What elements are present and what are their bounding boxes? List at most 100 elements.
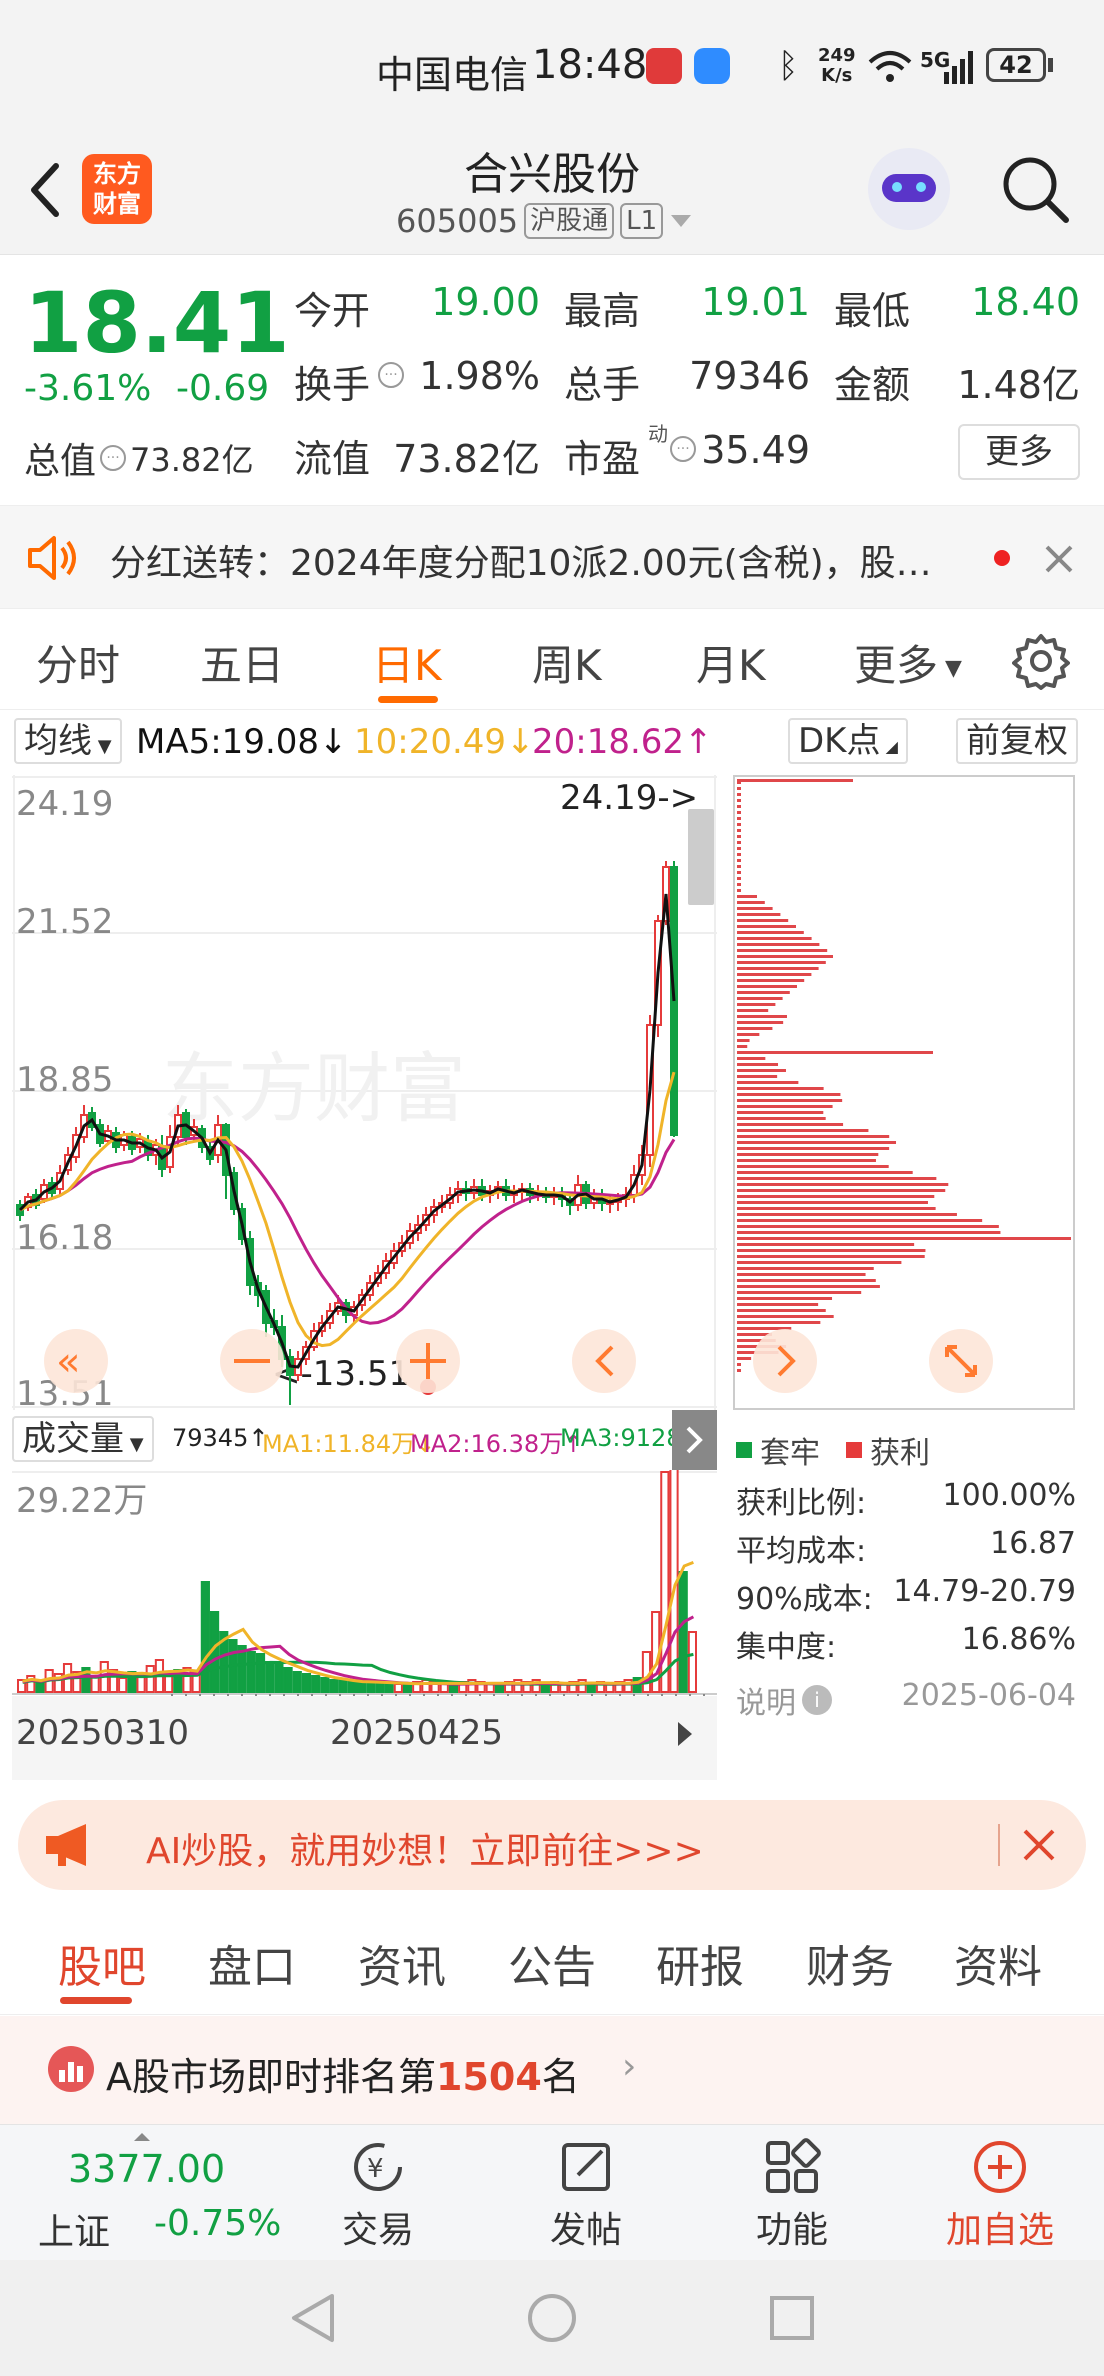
tab-weekly-k[interactable]: 周K: [532, 632, 602, 693]
y-label-3: 18.85: [16, 1060, 113, 1100]
volume-indicator-row: 成交量 ▼ 79345↑ MA1:11.84万↓ MA2:16.38万↑ MA3…: [12, 1410, 717, 1470]
clock: 18:48: [532, 42, 648, 88]
more-quote-button[interactable]: 更多: [958, 424, 1080, 480]
tab-announcements[interactable]: 公告: [508, 1931, 596, 1995]
amount-label: 金额: [834, 363, 911, 407]
last-price: 18.41: [24, 274, 290, 372]
dk-point-button[interactable]: DK点 ◢: [788, 718, 908, 764]
gear-icon[interactable]: [1012, 632, 1070, 690]
tab-research[interactable]: 研报: [656, 1931, 744, 1995]
kline-chart[interactable]: 东方财富 24.19 21.52 18.85 16.18 13.51 24.19…: [12, 775, 717, 1410]
net-speed: 249 K/s: [818, 45, 856, 86]
stat-profit-ratio: 获利比例: 100.00%: [736, 1478, 1076, 1521]
chip-stats: 套牢 获利 获利比例: 100.00% 平均成本: 16.87 90%成本: 14.7…: [730, 1410, 1080, 1740]
chart-shrink-button[interactable]: [220, 1329, 284, 1393]
tab-news[interactable]: 资讯: [358, 1931, 446, 1995]
stock-code-row[interactable]: 605005 沪股通 L1: [396, 202, 693, 240]
info-dots-icon[interactable]: ···: [378, 362, 404, 388]
date-start: 20250310: [16, 1713, 189, 1753]
pe-dynamic-mark: 动: [648, 422, 668, 446]
nav-home-icon[interactable]: [526, 2292, 578, 2344]
low-label: 最低: [834, 289, 911, 333]
notice-text: 分红送转：2024年度分配10派2.00元(含税)，股…: [110, 543, 932, 584]
index-value: 3377.00: [68, 2147, 226, 2191]
pe-label: 市盈: [564, 437, 641, 481]
float-value: 73.82亿: [393, 437, 540, 481]
tab-five-day[interactable]: 五日: [200, 632, 284, 693]
carrier-label: 中国电信: [376, 53, 529, 97]
info-dots-icon[interactable]: ···: [670, 436, 696, 462]
change-percent: -3.61%: [24, 368, 152, 409]
status-bar: 中国电信 18:48 ᛒ 249 K/s 5G 42: [0, 0, 1104, 130]
chip-fullscreen-button[interactable]: [929, 1329, 993, 1393]
date-mid: 20250425: [330, 1713, 503, 1753]
info-dots-icon: ···: [100, 445, 127, 471]
tab-profile[interactable]: 资料: [954, 1931, 1042, 1995]
app-notification-icon: [646, 48, 682, 84]
svg-text:¥: ¥: [367, 2154, 384, 2184]
chart-expand-button[interactable]: [396, 1329, 460, 1393]
dividend-notice[interactable]: 分红送转：2024年度分配10派2.00元(含税)，股…: [0, 505, 1104, 609]
tab-financials[interactable]: 财务: [806, 1931, 894, 1995]
nav-recents-icon[interactable]: [768, 2294, 816, 2342]
index-widget[interactable]: 3377.00 上证 -0.75%: [20, 2125, 282, 2261]
speaker-icon: [28, 536, 76, 580]
amount-value: 1.48亿: [957, 363, 1080, 407]
panel-expand-button[interactable]: [672, 1410, 717, 1470]
chart-prev-button[interactable]: [572, 1329, 636, 1393]
bluetooth-icon: ᛒ: [778, 46, 799, 86]
chart-zoom-out-button[interactable]: «: [44, 1329, 108, 1393]
tab-more-periods[interactable]: 更多 ▼: [854, 632, 962, 693]
tab-order-book[interactable]: 盘口: [208, 1931, 296, 1995]
tab-intraday[interactable]: 分时: [36, 632, 120, 693]
signal-icon: [944, 51, 973, 84]
tab-forum[interactable]: 股吧: [58, 1931, 146, 1995]
level-tag: L1: [620, 203, 664, 239]
volume-current: 79345↑: [172, 1424, 269, 1452]
volume-chart[interactable]: 29.22万 20250310 20250425: [12, 1470, 717, 1780]
stock-header: 东方 财富 合兴股份 605005 沪股通 L1: [0, 130, 1104, 255]
chip-note-row[interactable]: 说明 i 2025-06-04: [736, 1678, 1076, 1722]
volume-select[interactable]: 成交量 ▼: [12, 1416, 154, 1462]
add-watchlist-button[interactable]: 加自选: [930, 2137, 1070, 2253]
ai-banner-text: AI炒股，就用妙想！立即前往>>>: [146, 1831, 704, 1872]
chat-notification-icon: [694, 48, 730, 84]
tab-daily-k[interactable]: 日K: [372, 632, 442, 693]
ai-banner[interactable]: AI炒股，就用妙想！立即前往>>>: [18, 1800, 1086, 1890]
megaphone-icon: [46, 1824, 86, 1866]
trade-button[interactable]: ¥ 交易: [308, 2137, 448, 2253]
ma20-value: 20:18.62↑: [532, 722, 713, 762]
grid-icon: [766, 2138, 821, 2193]
stat-concentration: 集中度: 16.86%: [736, 1622, 1076, 1665]
functions-button[interactable]: 功能: [722, 2137, 862, 2253]
close-icon[interactable]: [1044, 544, 1074, 574]
legend-trapped-swatch: [736, 1442, 752, 1458]
search-icon[interactable]: [1000, 154, 1072, 226]
chip-next-button[interactable]: [753, 1329, 817, 1393]
y-label-top: 24.19: [16, 784, 113, 824]
ma-indicator-row: 均线 ▼ MA5:19.08↓ 10:20.49↓ 20:18.62↑ DK点 …: [0, 712, 1104, 770]
rank-chart-icon: [48, 2046, 94, 2092]
chip-distribution-chart: [733, 775, 1075, 1410]
max-price-marker: 24.19->: [560, 778, 698, 818]
robot-assistant-icon[interactable]: [868, 148, 950, 230]
stock-code: 605005: [396, 202, 519, 240]
nav-back-icon[interactable]: [288, 2290, 338, 2346]
index-change: -0.75%: [154, 2203, 282, 2244]
y-label-4: 16.18: [16, 1218, 113, 1258]
adjust-button[interactable]: 前复权: [956, 718, 1078, 764]
unread-dot: [994, 550, 1010, 566]
scroll-thumb[interactable]: [688, 809, 714, 905]
open-value: 19.00: [431, 280, 540, 324]
post-button[interactable]: 发帖: [516, 2137, 656, 2253]
open-label: 今开: [294, 289, 371, 333]
tab-monthly-k[interactable]: 月K: [696, 632, 766, 693]
close-icon[interactable]: [1022, 1828, 1056, 1862]
turnover-label: 换手: [294, 363, 371, 407]
volume-ma2: MA2:16.38万↑: [410, 1430, 584, 1458]
ma-select[interactable]: 均线 ▼: [14, 718, 122, 764]
market-rank-bar[interactable]: A股市场即时排名第1504名 ›: [0, 2016, 1104, 2124]
active-content-tab-indicator: [60, 1997, 132, 2004]
battery-icon: 42: [986, 48, 1046, 82]
stat-average-cost: 平均成本: 16.87: [736, 1526, 1076, 1569]
